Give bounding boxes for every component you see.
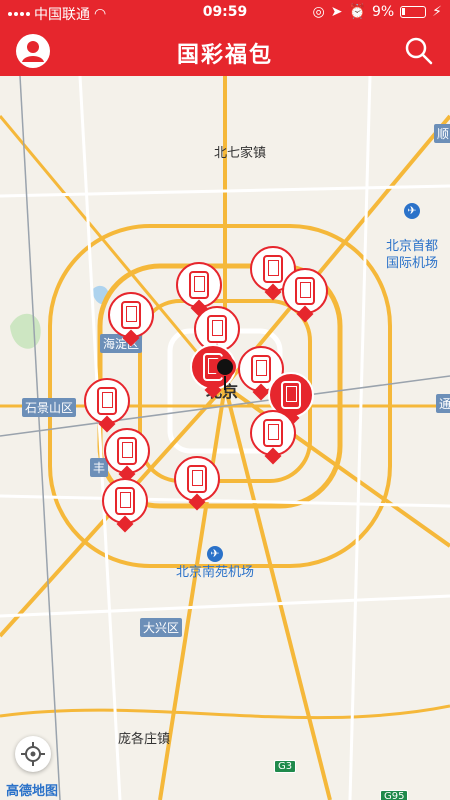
phone-icon (97, 387, 117, 415)
phone-icon (263, 255, 283, 283)
phone-icon (207, 315, 227, 343)
airport-capital-label: 北京首都 国际机场 (385, 239, 438, 271)
device-marker[interactable] (174, 456, 220, 512)
airport-nanyuan[interactable]: ✈ 北京南苑机场 (160, 546, 270, 581)
phone-icon (263, 419, 283, 447)
status-right: ◎ ➤ ⏰ 9% ⚡ (313, 4, 442, 20)
location-arrow-icon: ➤ (330, 4, 343, 20)
phone-icon (117, 437, 137, 465)
district-shijingshan: 石景山区 (22, 398, 77, 417)
device-marker[interactable] (250, 410, 296, 466)
crosshair-icon (21, 742, 45, 766)
device-marker[interactable] (84, 378, 130, 434)
battery-percent: 9% (371, 4, 395, 20)
device-marker[interactable] (108, 292, 154, 348)
road-shield-g95: G95 (380, 790, 409, 800)
device-marker[interactable] (282, 268, 328, 324)
airport-capital[interactable]: ✈ 北京首都 国际机场 (372, 186, 450, 272)
road-shield-g3: G3 (274, 760, 297, 773)
map-attribution: 高德地图 (6, 784, 59, 799)
device-marker[interactable] (102, 478, 148, 534)
phone-icon (189, 271, 209, 299)
map-view[interactable]: 北七家镇 ✈ 北京首都 国际机场 ✈ 北京南苑机场 海淀区 石景山区 大兴区 丰… (0, 76, 450, 800)
red-packet-icon (281, 381, 301, 409)
current-location-pin[interactable] (214, 356, 236, 390)
place-pangezhuang: 庞各庄镇 (118, 732, 171, 747)
page-title: 国彩福包 (176, 43, 273, 68)
district-daxing: 大兴区 (140, 618, 183, 637)
charging-icon: ⚡ (432, 4, 442, 20)
lock-rotation-icon: ◎ (312, 4, 325, 20)
phone-icon (295, 277, 315, 305)
road-network (0, 76, 450, 800)
airport-nanyuan-label: 北京南苑机场 (175, 565, 254, 580)
battery-icon (400, 6, 427, 18)
locate-me-button[interactable] (15, 736, 51, 772)
airplane-icon: ✈ (404, 203, 420, 219)
airplane-icon: ✈ (207, 546, 223, 562)
phone-icon (187, 465, 207, 493)
phone-icon (115, 487, 135, 515)
district-tong: 通 (436, 394, 450, 413)
search-icon (405, 37, 433, 65)
status-bar: 中国联通 ◠ 09:59 ◎ ➤ ⏰ 9% ⚡ (0, 0, 450, 26)
alarm-icon: ⏰ (348, 4, 366, 20)
district-shun: 顺 (434, 124, 450, 143)
phone-icon (121, 301, 141, 329)
place-beiqijia: 北七家镇 (214, 146, 267, 161)
app-header: 国彩福包 (0, 26, 450, 76)
search-button[interactable] (404, 36, 434, 66)
device-marker[interactable] (104, 428, 150, 484)
